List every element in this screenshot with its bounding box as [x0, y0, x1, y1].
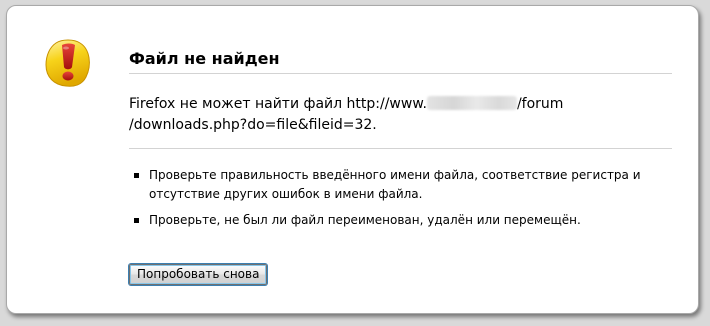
page-title: Файл не найден	[129, 49, 280, 68]
blurred-domain	[426, 96, 517, 110]
bullet-icon	[134, 218, 139, 223]
try-again-button[interactable]: Попробовать снова	[129, 264, 268, 285]
suggestion-text: Проверьте правильность введённого имени …	[149, 168, 641, 201]
error-message-prefix: Firefox не может найти файл http://www.	[129, 96, 427, 112]
bullet-icon	[134, 173, 139, 178]
suggestion-list: Проверьте правильность введённого имени …	[129, 166, 674, 237]
warning-exclamation-icon	[45, 39, 90, 87]
suggestion-item: Проверьте, не был ли файл переименован, …	[129, 211, 674, 230]
suggestion-item: Проверьте правильность введённого имени …	[129, 166, 674, 204]
suggestion-text: Проверьте, не был ли файл переименован, …	[149, 213, 581, 227]
error-message: Firefox не может найти файл http://www. /…	[129, 94, 674, 136]
message-divider	[129, 148, 672, 149]
title-divider	[129, 73, 672, 74]
error-page-panel: Файл не найден Firefox не может найти фа…	[6, 5, 699, 314]
